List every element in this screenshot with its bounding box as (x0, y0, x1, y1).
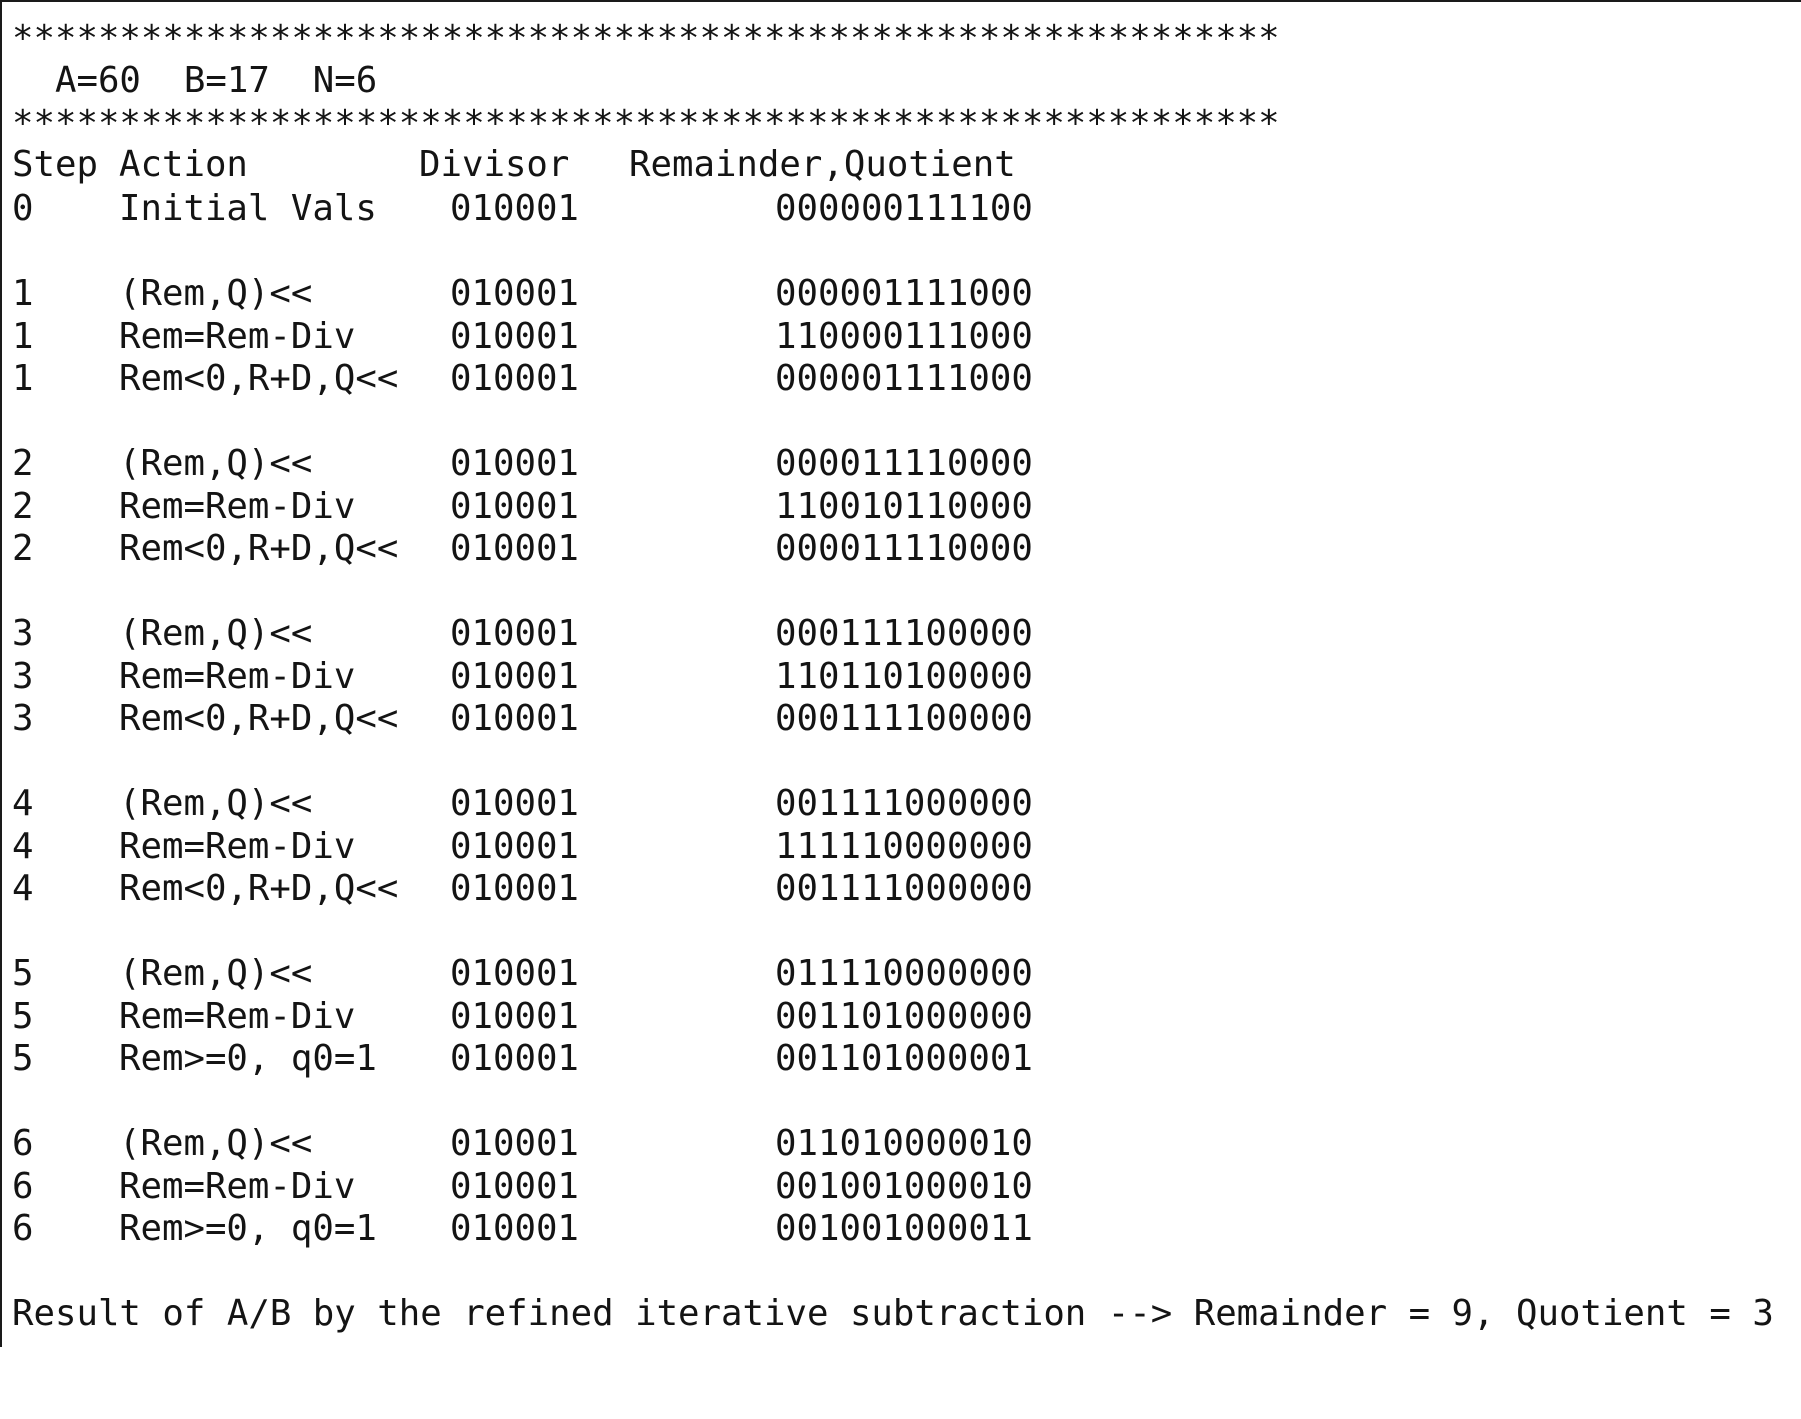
remainder-quotient-cell: 111110000000 (775, 826, 1033, 867)
divisor-cell: 010001 (450, 783, 579, 824)
action-cell: Rem=Rem-Div (119, 486, 356, 527)
remainder-quotient-cell: 000111100000 (775, 698, 1033, 739)
action-cell: Rem=Rem-Div (119, 1166, 356, 1207)
separator-text: ****************************************… (12, 103, 1280, 144)
action-cell: Rem=Rem-Div (119, 996, 356, 1037)
remainder-quotient-cell: 001101000000 (775, 996, 1033, 1037)
separator-top: ****************************************… (2, 18, 1280, 60)
separator-text: ****************************************… (12, 18, 1280, 59)
action-cell: Rem=Rem-Div (119, 316, 356, 357)
divisor-cell: 010001 (450, 868, 579, 909)
action-cell: Rem=Rem-Div (119, 826, 356, 867)
action-cell: (Rem,Q)<< (119, 783, 313, 824)
remainder-quotient-cell: 001101000001 (775, 1038, 1033, 1079)
step-cell: 4 (12, 868, 34, 909)
step-cell: 2 (12, 528, 34, 569)
action-cell: (Rem,Q)<< (119, 443, 313, 484)
action-cell: Initial Vals (119, 188, 377, 229)
params-text: A=60 B=17 N=6 (12, 60, 378, 101)
action-cell: Rem<0,R+D,Q<< (119, 698, 399, 739)
step-cell: 5 (12, 1038, 34, 1079)
step-cell: 2 (12, 443, 34, 484)
divisor-cell: 010001 (450, 996, 579, 1037)
remainder-quotient-cell: 011110000000 (775, 953, 1033, 994)
step-cell: 6 (12, 1208, 34, 1249)
divisor-cell: 010001 (450, 188, 579, 229)
action-cell: (Rem,Q)<< (119, 1123, 313, 1164)
action-cell: (Rem,Q)<< (119, 953, 313, 994)
divisor-cell: 010001 (450, 826, 579, 867)
action-cell: (Rem,Q)<< (119, 273, 313, 314)
divisor-cell: 010001 (450, 1208, 579, 1249)
header-remainder-quotient: Remainder,Quotient (629, 144, 1016, 185)
divisor-cell: 010001 (450, 1038, 579, 1079)
divisor-cell: 010001 (450, 656, 579, 697)
step-cell: 1 (12, 273, 34, 314)
divisor-cell: 010001 (450, 443, 579, 484)
remainder-quotient-cell: 000001111000 (775, 273, 1033, 314)
remainder-quotient-cell: 011010000010 (775, 1123, 1033, 1164)
header-step: Step (12, 144, 98, 185)
terminal-output: ****************************************… (0, 0, 1801, 1347)
remainder-quotient-cell: 000000111100 (775, 188, 1033, 229)
divisor-cell: 010001 (450, 273, 579, 314)
step-cell: 1 (12, 358, 34, 399)
remainder-quotient-cell: 000001111000 (775, 358, 1033, 399)
table-header: Step Action Divisor Remainder,Quotient (2, 144, 1016, 186)
remainder-quotient-cell: 000111100000 (775, 613, 1033, 654)
action-cell: Rem<0,R+D,Q<< (119, 528, 399, 569)
step-cell: 4 (12, 826, 34, 867)
action-cell: Rem>=0, q0=1 (119, 1038, 377, 1079)
divisor-cell: 010001 (450, 953, 579, 994)
separator-bottom: ****************************************… (2, 103, 1280, 145)
remainder-quotient-cell: 110010110000 (775, 486, 1033, 527)
step-cell: 3 (12, 613, 34, 654)
step-cell: 1 (12, 316, 34, 357)
action-cell: Rem>=0, q0=1 (119, 1208, 377, 1249)
result-text: Result of A/B by the refined iterative s… (12, 1293, 1774, 1334)
remainder-quotient-cell: 001111000000 (775, 783, 1033, 824)
divisor-cell: 010001 (450, 1123, 579, 1164)
step-cell: 4 (12, 783, 34, 824)
remainder-quotient-cell: 110110100000 (775, 656, 1033, 697)
header-action: Action (119, 144, 248, 185)
remainder-quotient-cell: 110000111000 (775, 316, 1033, 357)
header-divisor: Divisor (419, 144, 570, 185)
remainder-quotient-cell: 001001000010 (775, 1166, 1033, 1207)
remainder-quotient-cell: 001001000011 (775, 1208, 1033, 1249)
step-cell: 3 (12, 698, 34, 739)
action-cell: Rem<0,R+D,Q<< (119, 358, 399, 399)
divisor-cell: 010001 (450, 316, 579, 357)
divisor-cell: 010001 (450, 698, 579, 739)
step-cell: 0 (12, 188, 34, 229)
remainder-quotient-cell: 001111000000 (775, 868, 1033, 909)
step-cell: 3 (12, 656, 34, 697)
remainder-quotient-cell: 000011110000 (775, 528, 1033, 569)
params-line: A=60 B=17 N=6 (2, 60, 377, 102)
step-cell: 6 (12, 1166, 34, 1207)
step-cell: 6 (12, 1123, 34, 1164)
divisor-cell: 010001 (450, 613, 579, 654)
step-cell: 5 (12, 996, 34, 1037)
step-cell: 2 (12, 486, 34, 527)
divisor-cell: 010001 (450, 528, 579, 569)
action-cell: Rem=Rem-Div (119, 656, 356, 697)
result-line: Result of A/B by the refined iterative s… (2, 1293, 1774, 1335)
step-cell: 5 (12, 953, 34, 994)
action-cell: Rem<0,R+D,Q<< (119, 868, 399, 909)
divisor-cell: 010001 (450, 486, 579, 527)
action-cell: (Rem,Q)<< (119, 613, 313, 654)
divisor-cell: 010001 (450, 358, 579, 399)
divisor-cell: 010001 (450, 1166, 579, 1207)
remainder-quotient-cell: 000011110000 (775, 443, 1033, 484)
